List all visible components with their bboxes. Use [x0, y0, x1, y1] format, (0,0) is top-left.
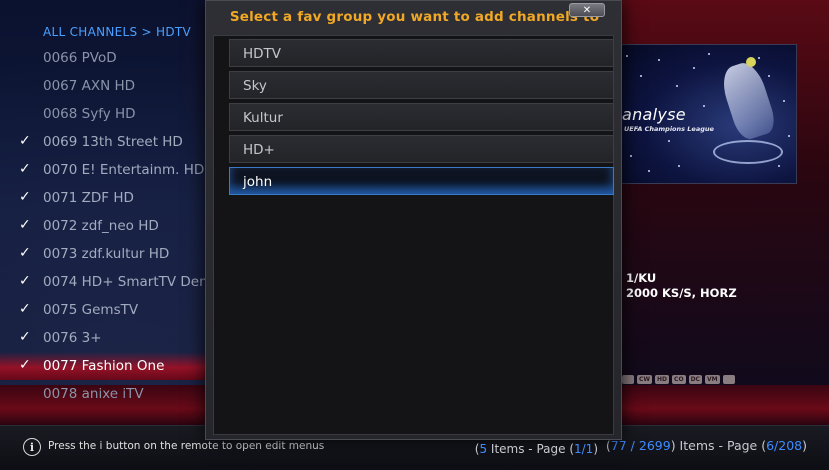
preview-subtitle: UEFA Champions League — [624, 125, 714, 133]
channel-flag-badge: VM — [704, 375, 720, 384]
channel-name: 0073 zdf.kultur HD — [43, 246, 170, 262]
channel-name: 0072 zdf_neo HD — [43, 218, 159, 234]
channel-name: 0071 ZDF HD — [43, 190, 134, 206]
fav-group-label: Sky — [243, 78, 267, 94]
channel-paging: (77 / 2699) Items - Page (6/208) — [606, 438, 807, 453]
paging-page: 6/208 — [766, 438, 803, 453]
fav-group-label: HD+ — [243, 142, 275, 158]
channel-row[interactable]: ✓ 0069 13th Street HD — [0, 128, 220, 156]
star-decoration — [768, 75, 770, 77]
channel-preview: analyse UEFA Champions League — [617, 44, 797, 184]
checkmark-icon: ✓ — [19, 189, 31, 205]
channel-flag-badge: CW — [637, 375, 653, 384]
info-icon: i — [23, 438, 41, 456]
star-decoration — [648, 170, 650, 172]
checkmark-icon: ✓ — [19, 217, 31, 233]
paging-position: 77 / 2699 — [610, 438, 671, 453]
close-button[interactable]: ✕ — [569, 3, 605, 17]
preview-ball — [746, 57, 756, 67]
checkmark-icon: ✓ — [19, 133, 31, 149]
fav-group-item[interactable]: Kultur — [229, 103, 614, 131]
fav-group-label: john — [243, 174, 273, 190]
channel-name: 0075 GemsTV — [43, 302, 139, 318]
channel-name: 0067 AXN HD — [43, 78, 136, 94]
fav-group-label: Kultur — [243, 110, 283, 126]
star-decoration — [668, 140, 670, 142]
channel-name: 0068 Syfy HD — [43, 106, 136, 122]
channel-flag-badge — [622, 375, 634, 384]
channel-row[interactable]: ✓ 0070 E! Entertainm. HD — [0, 156, 220, 184]
star-decoration — [630, 155, 632, 157]
checkmark-icon: ✓ — [19, 329, 31, 345]
fav-group-item[interactable]: Sky — [229, 71, 614, 99]
preview-title: analyse — [622, 105, 686, 124]
checkmark-icon: ✓ — [19, 301, 31, 317]
fav-group-item[interactable]: HDTV — [229, 39, 614, 67]
star-decoration — [758, 57, 760, 59]
channel-row[interactable]: 0067 AXN HD — [0, 72, 220, 100]
breadcrumb: ALL CHANNELS > HDTV — [43, 25, 192, 39]
star-decoration — [658, 59, 660, 61]
channel-flag-badge: HD — [655, 375, 670, 384]
star-decoration — [676, 85, 678, 87]
checkmark-icon: ✓ — [19, 273, 31, 289]
dialog-list-panel: HDTV Sky Kultur HD+ john (5 Items - Page (1/… — [213, 35, 614, 456]
checkmark-icon: ✓ — [19, 357, 31, 373]
channel-row[interactable]: ✓ 0074 HD+ SmartTV Demo — [0, 268, 221, 296]
channel-name: 0078 anixe iTV — [43, 386, 144, 402]
channel-row[interactable]: ✓ 0076 3+ — [0, 324, 220, 352]
channel-row[interactable]: 0068 Syfy HD — [0, 100, 220, 128]
channel-flag-badge: CO — [672, 375, 686, 384]
dialog-paging: (5 Items - Page (1/1) — [475, 442, 598, 456]
fav-group-label: HDTV — [243, 46, 282, 62]
preview-figure — [717, 58, 779, 143]
dialog-paging-count: 5 — [479, 442, 488, 456]
star-decoration — [708, 53, 710, 55]
star-decoration — [626, 55, 628, 57]
channel-row[interactable]: ✓ 0073 zdf.kultur HD — [0, 240, 220, 268]
dialog-paging-close-paren: ) — [593, 442, 598, 456]
star-decoration — [783, 100, 785, 102]
channel-list: 0066 PVoD 0067 AXN HD 0068 Syfy HD ✓ 0069 13… — [0, 44, 221, 408]
channel-name: 0077 Fashion One — [43, 358, 165, 374]
dialog-title: Select a fav group you want to add chann… — [229, 9, 600, 25]
channel-name: 0076 3+ — [43, 330, 102, 346]
channel-row[interactable]: 0078 anixe iTV — [0, 380, 220, 408]
channel-row[interactable]: 0066 PVoD — [0, 44, 220, 72]
channel-row[interactable]: ✓ 0077 Fashion One — [0, 352, 220, 380]
checkmark-icon: ✓ — [19, 161, 31, 177]
channel-name: 0074 HD+ SmartTV Demo — [43, 274, 221, 290]
star-decoration — [678, 165, 680, 167]
fav-group-item[interactable]: HD+ — [229, 135, 614, 163]
hint-text: Press the i button on the remote to open… — [48, 440, 325, 452]
dialog-paging-page: 1/1 — [574, 442, 594, 456]
channel-name: 0070 E! Entertainm. HD — [43, 162, 205, 178]
star-decoration — [640, 75, 642, 77]
transponder-info-line-2: 2000 KS/S, HORZ — [626, 286, 737, 300]
channel-flags: CW HD CO DC VM — [622, 375, 735, 384]
checkmark-icon: ✓ — [19, 245, 31, 261]
channel-flag-badge — [722, 375, 735, 384]
star-decoration — [788, 135, 790, 137]
channel-row[interactable]: ✓ 0072 zdf_neo HD — [0, 212, 220, 240]
star-decoration — [703, 105, 705, 107]
star-decoration — [693, 67, 695, 69]
channel-flag-badge: DC — [688, 375, 702, 384]
paging-items-text: ) Items - Page ( — [670, 438, 767, 453]
close-icon: ✕ — [582, 4, 592, 16]
channel-row[interactable]: ✓ 0075 GemsTV — [0, 296, 220, 324]
star-decoration — [778, 165, 780, 167]
preview-disc — [713, 140, 783, 164]
channel-name: 0069 13th Street HD — [43, 134, 183, 150]
transponder-info-line-1: 1/KU — [626, 271, 657, 285]
paging-close-paren: ) — [802, 438, 807, 453]
dialog-paging-items-text: Items - Page ( — [487, 442, 574, 456]
channel-row[interactable]: ✓ 0071 ZDF HD — [0, 184, 220, 212]
channel-name: 0066 PVoD — [43, 50, 117, 66]
fav-group-dialog: Select a fav group you want to add chann… — [205, 0, 622, 456]
fav-group-item[interactable]: john — [229, 167, 614, 195]
